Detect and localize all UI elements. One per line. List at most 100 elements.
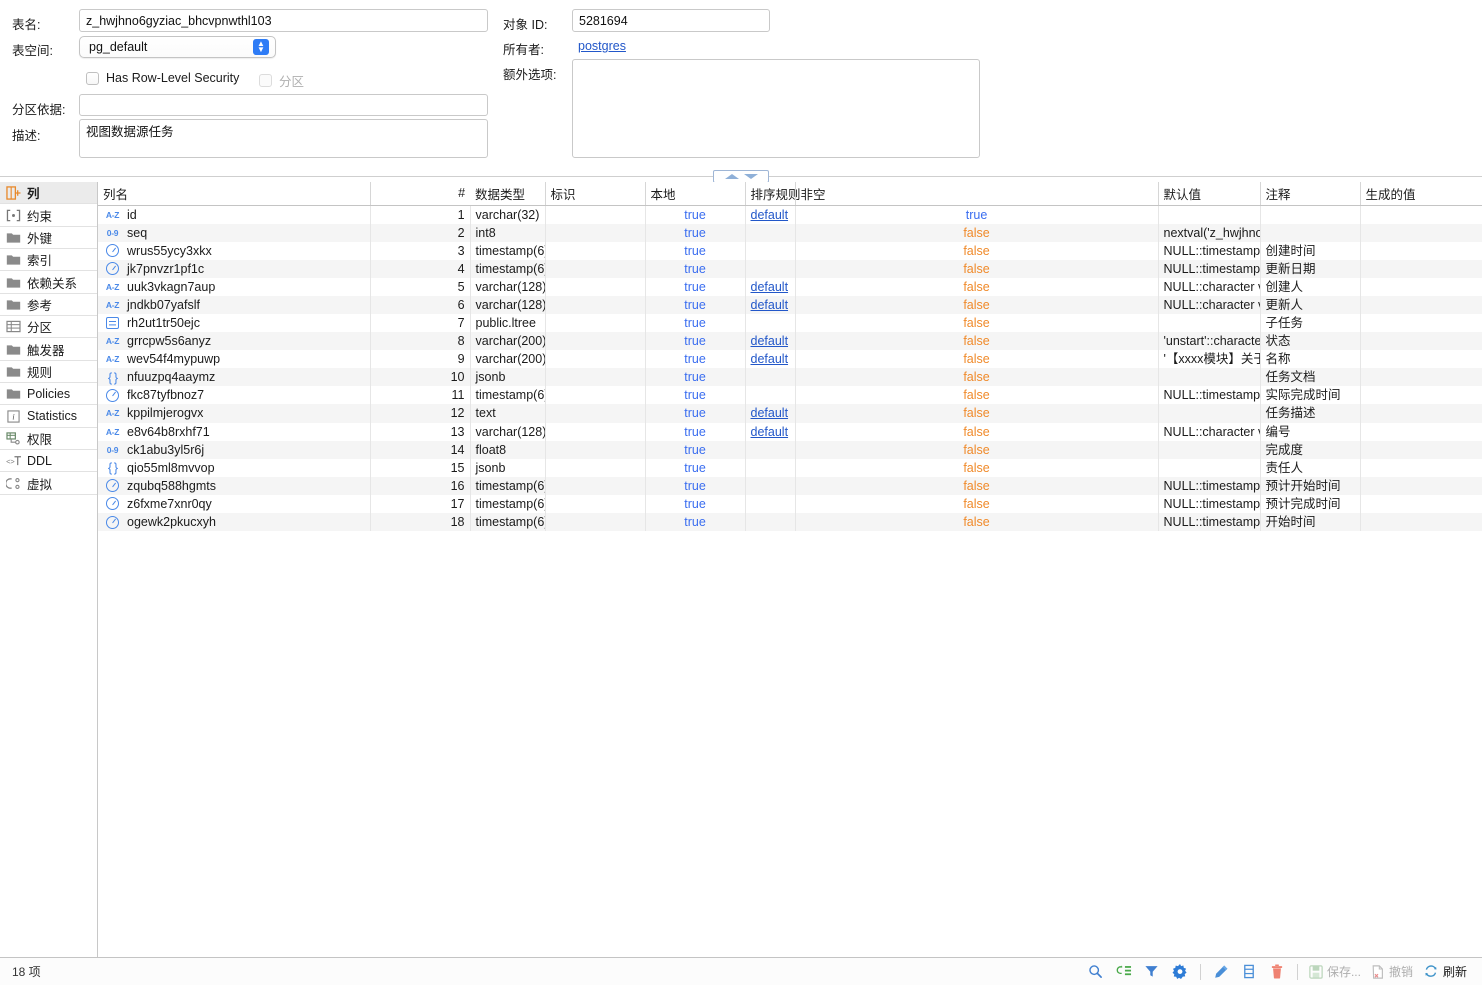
cell-notnull[interactable]: false (795, 224, 1158, 242)
cell-local[interactable]: true (645, 513, 745, 531)
cell-default[interactable]: NULL::character varying (1158, 278, 1260, 296)
cell-notnull[interactable]: false (795, 459, 1158, 477)
cell-notnull[interactable]: false (795, 495, 1158, 513)
cell-identity[interactable] (545, 205, 645, 224)
cell-datatype[interactable]: varchar(200) (470, 332, 545, 350)
cell-identity[interactable] (545, 224, 645, 242)
cell-generated[interactable] (1360, 477, 1482, 495)
cell-datatype[interactable]: public.ltree (470, 314, 545, 332)
cell-comment[interactable]: 任务描述 (1260, 404, 1360, 422)
cell-collation[interactable] (745, 314, 795, 332)
cell-generated[interactable] (1360, 368, 1482, 386)
table-row[interactable]: 0-9seq2int8truefalsenextval('z_hwjhno6gy… (98, 224, 1482, 242)
cell-column-name[interactable]: z6fxme7xnr0qy (98, 495, 370, 513)
cell-notnull[interactable]: true (795, 205, 1158, 224)
table-row[interactable]: A-Zwev54f4mypuwp9varchar(200)truedefault… (98, 350, 1482, 368)
cell-local[interactable]: true (645, 296, 745, 314)
extra-options-textarea[interactable] (572, 59, 980, 158)
cell-column-name[interactable]: wrus55ycy3xkx (98, 242, 370, 260)
cell-identity[interactable] (545, 278, 645, 296)
tablespace-select[interactable]: pg_default ▲▼ (79, 36, 276, 58)
sidebar-item-11[interactable]: 权限 (0, 428, 97, 450)
cell-identity[interactable] (545, 423, 645, 441)
cell-local[interactable]: true (645, 386, 745, 404)
cell-default[interactable]: NULL::timestamp without time zone (1158, 242, 1260, 260)
cell-column-name[interactable]: 0-9ck1abu3yl5r6j (98, 441, 370, 459)
cell-identity[interactable] (545, 477, 645, 495)
cell-collation[interactable]: default (745, 278, 795, 296)
cell-local[interactable]: true (645, 205, 745, 224)
cell-identity[interactable] (545, 314, 645, 332)
cell-local[interactable]: true (645, 224, 745, 242)
cell-column-name[interactable]: A-Zgrrcpw5s6anyz (98, 332, 370, 350)
cell-collation[interactable] (745, 459, 795, 477)
cell-notnull[interactable]: false (795, 513, 1158, 531)
cell-number[interactable]: 4 (370, 260, 470, 278)
search-button[interactable] (1082, 960, 1110, 984)
table-name-input[interactable] (79, 9, 488, 32)
header-comment[interactable]: 注释 (1260, 182, 1360, 205)
cell-collation[interactable] (745, 368, 795, 386)
columns-grid-panel[interactable]: 列名 # 数据类型 标识 本地 排序规则 非空 默认值 注释 生成的值 A-Zi… (98, 182, 1482, 957)
header-local[interactable]: 本地 (645, 182, 745, 205)
cell-number[interactable]: 17 (370, 495, 470, 513)
refresh-button[interactable]: 刷新 (1418, 963, 1472, 980)
cell-default[interactable]: NULL::timestamp without time zone (1158, 386, 1260, 404)
table-row[interactable]: A-Zid1varchar(32)truedefaulttrue (98, 205, 1482, 224)
cell-identity[interactable] (545, 441, 645, 459)
cell-collation[interactable] (745, 441, 795, 459)
cell-identity[interactable] (545, 260, 645, 278)
cell-column-name[interactable]: { }nfuuzpq4aaymz (98, 368, 370, 386)
cell-datatype[interactable]: text (470, 404, 545, 422)
cell-default[interactable] (1158, 368, 1260, 386)
delete-button[interactable] (1263, 960, 1291, 984)
cell-comment[interactable]: 预计完成时间 (1260, 495, 1360, 513)
cell-datatype[interactable]: varchar(128) (470, 423, 545, 441)
cell-default[interactable] (1158, 441, 1260, 459)
cell-generated[interactable] (1360, 332, 1482, 350)
cell-number[interactable]: 10 (370, 368, 470, 386)
table-row[interactable]: z6fxme7xnr0qy17timestamp(6)truefalseNULL… (98, 495, 1482, 513)
cell-collation[interactable]: default (745, 332, 795, 350)
cell-default[interactable] (1158, 459, 1260, 477)
cell-local[interactable]: true (645, 423, 745, 441)
rls-checkbox[interactable] (86, 72, 99, 85)
cell-comment[interactable]: 任务文档 (1260, 368, 1360, 386)
cell-comment[interactable]: 创建时间 (1260, 242, 1360, 260)
cell-number[interactable]: 14 (370, 441, 470, 459)
cell-collation[interactable] (745, 386, 795, 404)
cell-column-name[interactable]: fkc87tyfbnoz7 (98, 386, 370, 404)
cell-comment[interactable]: 更新人 (1260, 296, 1360, 314)
cell-comment[interactable]: 预计开始时间 (1260, 477, 1360, 495)
cell-identity[interactable] (545, 332, 645, 350)
cell-comment[interactable]: 编号 (1260, 423, 1360, 441)
header-number[interactable]: # (370, 182, 470, 205)
cell-datatype[interactable]: timestamp(6) (470, 477, 545, 495)
save-button[interactable]: 保存... (1304, 963, 1366, 980)
cell-datatype[interactable]: timestamp(6) (470, 242, 545, 260)
table-row[interactable]: A-Zkppilmjerogvx12texttruedefaultfalse任务… (98, 404, 1482, 422)
cell-generated[interactable] (1360, 242, 1482, 260)
cell-column-name[interactable]: A-Zid (98, 205, 370, 224)
cell-identity[interactable] (545, 242, 645, 260)
header-notnull[interactable]: 非空 (795, 182, 1158, 205)
cell-comment[interactable]: 更新日期 (1260, 260, 1360, 278)
cell-number[interactable]: 18 (370, 513, 470, 531)
description-textarea[interactable]: 视图数据源任务 (79, 119, 488, 158)
cell-identity[interactable] (545, 386, 645, 404)
cell-number[interactable]: 7 (370, 314, 470, 332)
cell-comment[interactable]: 创建人 (1260, 278, 1360, 296)
cell-datatype[interactable]: timestamp(6) (470, 386, 545, 404)
cell-comment[interactable]: 实际完成时间 (1260, 386, 1360, 404)
cell-collation[interactable]: default (745, 423, 795, 441)
cell-generated[interactable] (1360, 296, 1482, 314)
sidebar-item-0[interactable]: 列 (0, 182, 97, 204)
cell-identity[interactable] (545, 368, 645, 386)
sidebar-item-1[interactable]: 约束 (0, 204, 97, 226)
cell-local[interactable]: true (645, 477, 745, 495)
cell-default[interactable] (1158, 404, 1260, 422)
table-row[interactable]: A-Zjndkb07yafslf6varchar(128)truedefault… (98, 296, 1482, 314)
collapse-up-icon[interactable] (725, 174, 739, 179)
table-row[interactable]: rh2ut1tr50ejc7public.ltreetruefalse子任务 (98, 314, 1482, 332)
cell-identity[interactable] (545, 495, 645, 513)
